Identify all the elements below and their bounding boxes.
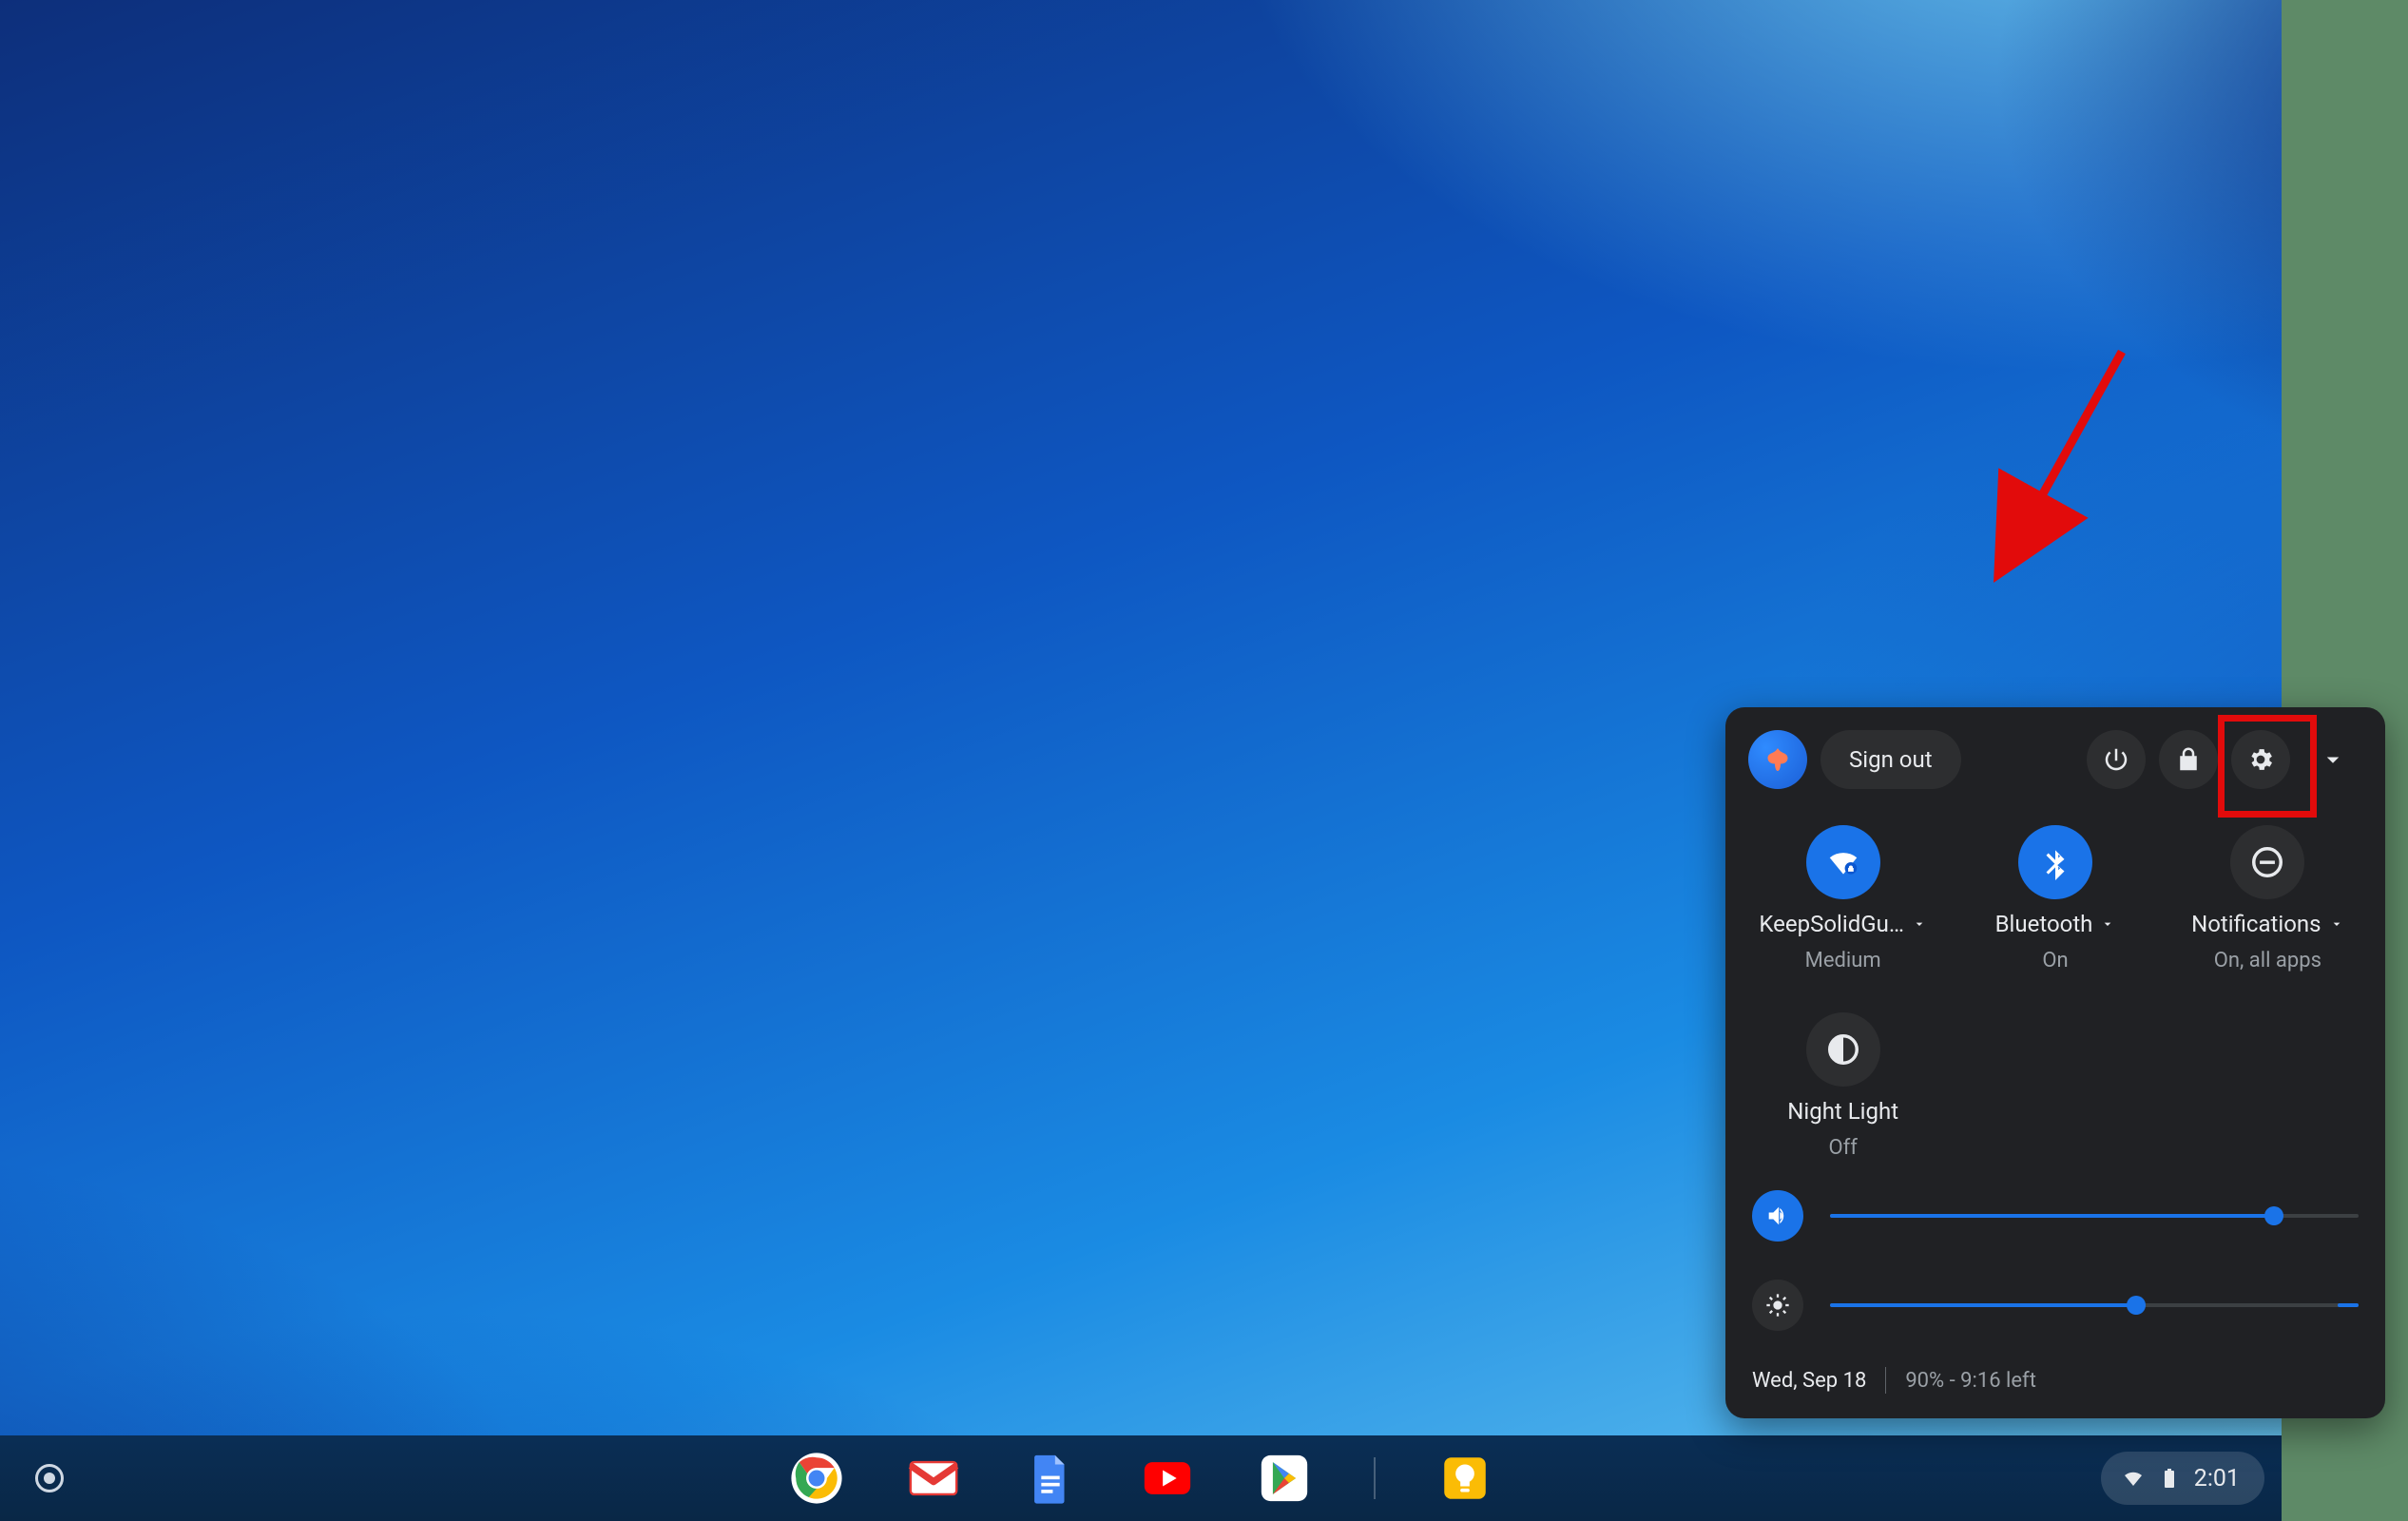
tile-wifi-label: KeepSolidGu… xyxy=(1759,911,1903,937)
gmail-icon xyxy=(906,1451,961,1506)
status-time: 2:01 xyxy=(2194,1465,2240,1492)
tile-bluetooth[interactable]: Bluetooth On xyxy=(1949,816,2161,993)
sign-out-button[interactable]: Sign out xyxy=(1820,730,1961,789)
tile-night-light-label: Night Light xyxy=(1787,1098,1898,1125)
wifi-icon xyxy=(2122,1467,2145,1490)
play-store-icon xyxy=(1257,1451,1312,1506)
app-youtube[interactable] xyxy=(1140,1451,1195,1506)
settings-button[interactable] xyxy=(2231,730,2290,789)
bluetooth-toggle-icon xyxy=(2018,825,2092,899)
notifications-toggle-icon xyxy=(2230,825,2304,899)
tile-notifications-sub: On, all apps xyxy=(2214,949,2321,972)
footer-divider xyxy=(1885,1367,1886,1394)
docs-icon xyxy=(1023,1451,1078,1506)
brightness-slider[interactable] xyxy=(1752,1280,2359,1331)
chrome-icon xyxy=(789,1451,844,1506)
gear-icon xyxy=(2246,745,2275,774)
youtube-icon xyxy=(1140,1451,1195,1506)
quick-settings-tiles: KeepSolidGu… Medium Bluetooth On Notific… xyxy=(1725,797,2385,1184)
keep-icon xyxy=(1437,1451,1493,1506)
app-chrome[interactable] xyxy=(789,1451,844,1506)
app-gmail[interactable] xyxy=(906,1451,961,1506)
avatar-butterfly-icon xyxy=(1761,742,1795,777)
app-keep[interactable] xyxy=(1437,1451,1493,1506)
chevron-down-icon xyxy=(1912,916,1927,932)
lock-icon xyxy=(2174,745,2203,774)
volume-slider[interactable] xyxy=(1752,1190,2359,1242)
tile-bluetooth-label: Bluetooth xyxy=(1995,911,2093,937)
launcher-button[interactable] xyxy=(29,1457,70,1499)
shelf-apps xyxy=(789,1451,1493,1506)
tile-night-light-sub: Off xyxy=(1828,1136,1857,1160)
footer-battery: 90% - 9:16 left xyxy=(1905,1369,2036,1393)
sign-out-label: Sign out xyxy=(1849,746,1933,773)
chevron-down-icon xyxy=(2100,916,2115,932)
footer-date: Wed, Sep 18 xyxy=(1752,1369,1866,1393)
battery-icon xyxy=(2158,1467,2181,1490)
status-area[interactable]: 2:01 xyxy=(2101,1452,2264,1505)
quick-settings-sliders xyxy=(1725,1184,2385,1340)
lock-button[interactable] xyxy=(2159,730,2218,789)
volume-track[interactable] xyxy=(1830,1214,2359,1218)
app-docs[interactable] xyxy=(1023,1451,1078,1506)
tile-wifi[interactable]: KeepSolidGu… Medium xyxy=(1737,816,1949,993)
app-play-store[interactable] xyxy=(1257,1451,1312,1506)
shelf: 2:01 xyxy=(0,1435,2282,1521)
wifi-toggle-icon xyxy=(1806,825,1880,899)
shelf-separator xyxy=(1374,1457,1376,1499)
brightness-icon[interactable] xyxy=(1752,1280,1803,1331)
volume-icon[interactable] xyxy=(1752,1190,1803,1242)
tile-bluetooth-sub: On xyxy=(2042,949,2068,972)
brightness-track[interactable] xyxy=(1830,1303,2359,1307)
chevron-down-icon xyxy=(2329,916,2344,932)
tile-notifications[interactable]: Notifications On, all apps xyxy=(2162,816,2374,993)
user-avatar[interactable] xyxy=(1748,730,1807,789)
launcher-icon xyxy=(35,1464,64,1492)
quick-settings-footer: Wed, Sep 18 90% - 9:16 left xyxy=(1725,1340,2385,1418)
chevron-down-icon xyxy=(2319,745,2347,774)
quick-settings-panel: Sign out KeepSolidGu… Medium xyxy=(1725,707,2385,1418)
tile-notifications-label: Notifications xyxy=(2191,911,2321,937)
tile-wifi-sub: Medium xyxy=(1805,949,1881,972)
power-icon xyxy=(2102,745,2130,774)
tile-night-light[interactable]: Night Light Off xyxy=(1737,1003,1949,1181)
power-button[interactable] xyxy=(2087,730,2146,789)
night-light-toggle-icon xyxy=(1806,1012,1880,1087)
quick-settings-header: Sign out xyxy=(1725,707,2385,797)
